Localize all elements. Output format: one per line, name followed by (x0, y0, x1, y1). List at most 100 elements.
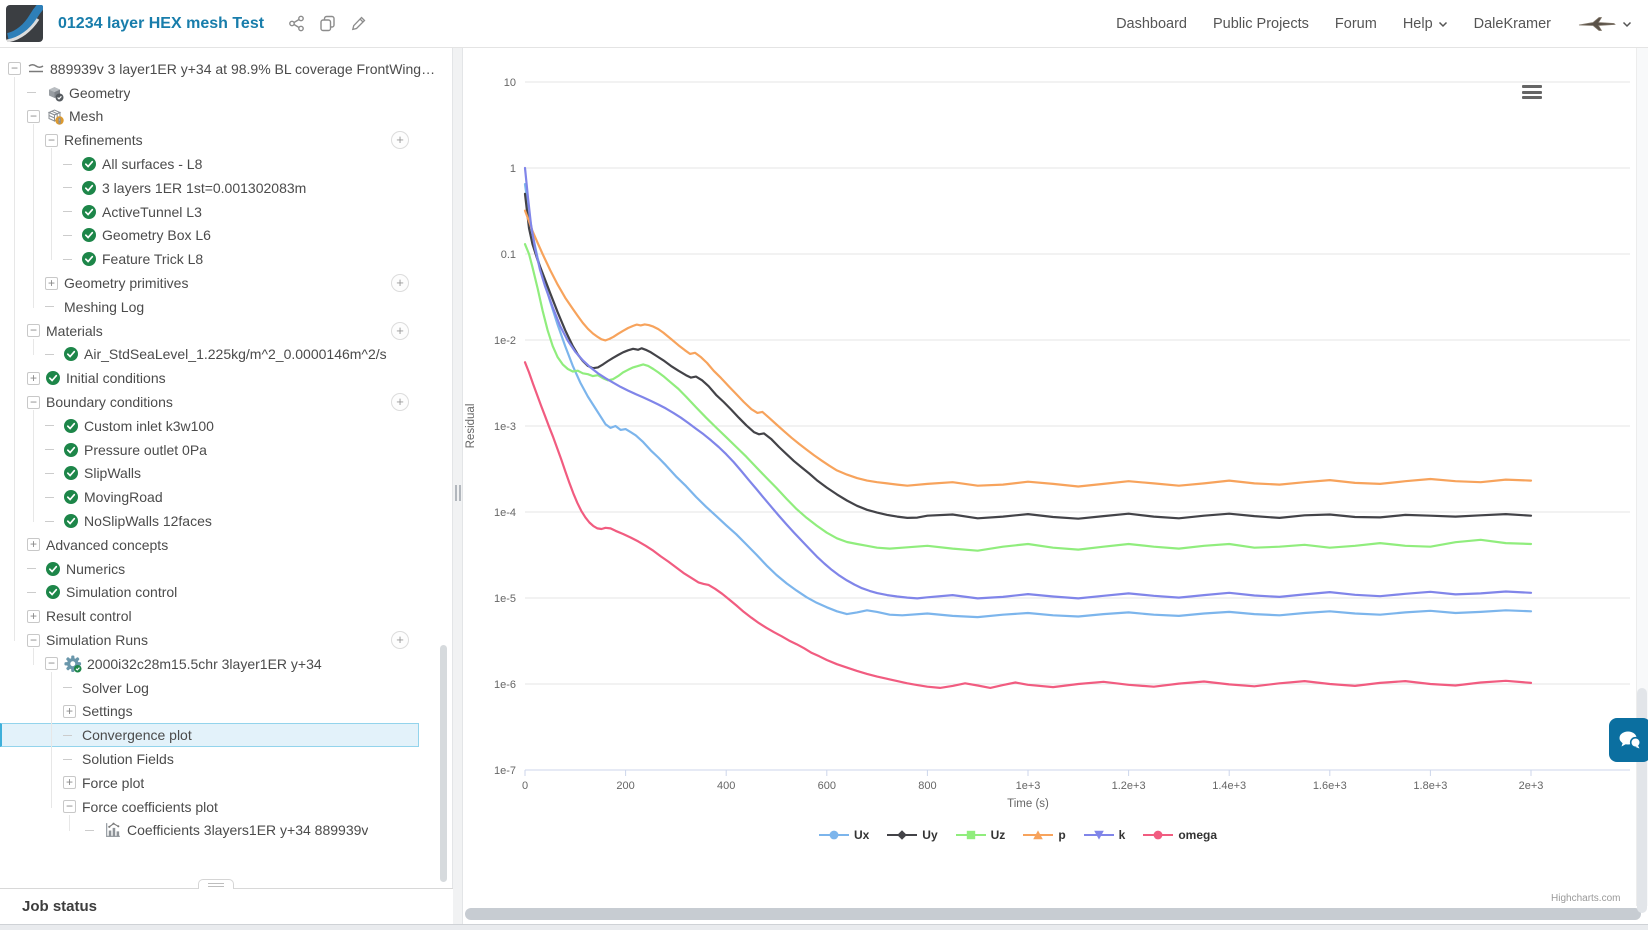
legend-item-Ux[interactable]: Ux (818, 828, 870, 842)
tree-connector-line (14, 76, 15, 642)
tree-row-force-plot[interactable]: + Force plot (0, 771, 437, 795)
add-item-button[interactable]: + (391, 131, 409, 150)
tree-row-simulation-runs[interactable]: − Simulation Runs + (0, 628, 437, 652)
tree-row-all-surfaces-l8[interactable]: All surfaces - L8 (0, 152, 437, 176)
tree-row-movingroad[interactable]: MovingRoad (0, 485, 437, 509)
series-line-Ux[interactable] (523, 183, 1533, 619)
tree-row-geometry-box-l6[interactable]: Geometry Box L6 (0, 224, 437, 248)
expand-toggle-icon[interactable]: + (27, 371, 40, 385)
tree-branch-dash-icon (27, 86, 40, 99)
tree-row-boundary-conditions[interactable]: − Boundary conditions + (0, 390, 437, 414)
legend-label: Ux (853, 828, 870, 842)
tree-row-advanced-concepts[interactable]: + Advanced concepts (0, 533, 437, 557)
tree-row-889939v-3-layer1er-y-34-at-98-9-bl-cover[interactable]: − 889939v 3 layer1ER y+34 at 98.9% BL cov… (0, 57, 437, 81)
vertical-scrollbar-track[interactable] (1636, 48, 1648, 913)
tree-row-slipwalls[interactable]: SlipWalls (0, 462, 437, 486)
collapse-toggle-icon[interactable]: − (27, 109, 40, 123)
collapse-toggle-icon[interactable]: − (45, 657, 58, 671)
tree-row-refinements[interactable]: − Refinements + (0, 128, 437, 152)
tree-row-label: Custom inlet k3w100 (84, 417, 214, 434)
x-tick-label: 600 (818, 780, 836, 792)
legend-item-omega[interactable]: omega (1143, 828, 1217, 842)
tree-row-solution-fields[interactable]: Solution Fields (0, 747, 437, 771)
legend-item-k[interactable]: k (1083, 828, 1126, 842)
tree-row-label: Force plot (82, 774, 145, 791)
check-circle-icon (64, 490, 78, 505)
user-avatar[interactable] (1577, 16, 1632, 32)
legend-marker-circle-icon (818, 830, 849, 840)
tree-row-label: 2000i32c28m15.5chr 3layer1ER y+34 (87, 655, 322, 672)
collapse-toggle-icon[interactable]: − (45, 133, 58, 147)
series-line-omega[interactable] (523, 361, 1533, 689)
add-item-button[interactable]: + (391, 631, 409, 650)
x-tick-label: 200 (616, 780, 634, 792)
tree-row-3-layers-1er-1st-0-001302083m[interactable]: 3 layers 1ER 1st=0.001302083m (0, 176, 437, 200)
job-status-panel[interactable]: Job status (0, 888, 453, 924)
tree-row-custom-inlet-k3w100[interactable]: Custom inlet k3w100 (0, 414, 437, 438)
series-line-Uy[interactable] (523, 192, 1533, 520)
nav-item-public-projects[interactable]: Public Projects (1213, 16, 1309, 32)
tree-vertical-scrollbar[interactable] (440, 645, 447, 882)
check-circle-icon (64, 442, 78, 457)
add-item-button[interactable]: + (391, 393, 409, 412)
legend-item-Uy[interactable]: Uy (887, 828, 938, 842)
x-tick-label: 400 (717, 780, 735, 792)
collapse-toggle-icon[interactable]: − (63, 800, 76, 814)
tree-row-noslipwalls-12faces[interactable]: NoSlipWalls 12faces (0, 509, 437, 533)
series-line-p[interactable] (523, 209, 1533, 488)
tree-row-2000i32c28m15-5chr-3layer1er-y-34[interactable]: − 2000i32c28m15.5chr 3layer1ER y+34 (0, 652, 437, 676)
legend-item-p[interactable]: p (1023, 828, 1066, 842)
nav-item-dashboard[interactable]: Dashboard (1116, 16, 1187, 32)
add-item-button[interactable]: + (391, 321, 409, 340)
collapse-toggle-icon[interactable]: − (27, 633, 40, 647)
add-item-button[interactable]: + (391, 274, 409, 293)
tree-row-simulation-control[interactable]: Simulation control (0, 581, 437, 605)
tree-row-geometry[interactable]: Geometry (0, 81, 437, 105)
tree-row-initial-conditions[interactable]: + Initial conditions (0, 366, 437, 390)
expand-toggle-icon[interactable]: + (27, 538, 40, 552)
tree-row-air-stdsealevel-1-225kg-m-2-0-0000146m-2[interactable]: Air_StdSeaLevel_1.225kg/m^2_0.0000146m^2… (0, 343, 437, 367)
expand-toggle-icon[interactable]: + (63, 776, 76, 790)
expand-toggle-icon[interactable]: + (63, 704, 76, 718)
tree-row-result-control[interactable]: + Result control (0, 604, 437, 628)
edit-pencil-icon[interactable] (350, 15, 367, 32)
nav-item-dalekramer[interactable]: DaleKramer (1474, 16, 1551, 32)
series-line-k[interactable] (523, 166, 1533, 600)
tree-row-numerics[interactable]: Numerics (0, 557, 437, 581)
simscale-logo[interactable] (6, 2, 45, 43)
tree-row-solver-log[interactable]: Solver Log (0, 676, 437, 700)
tree-row-mesh[interactable]: − Mesh (0, 105, 437, 129)
tree-row-feature-trick-l8[interactable]: Feature Trick L8 (0, 247, 437, 271)
series-line-Uz[interactable] (523, 243, 1533, 552)
tree-row-coefficients-3layers1er-y-34-889939v[interactable]: Coefficients 3layers1ER y+34 889939v (0, 819, 437, 843)
nav-item-help[interactable]: Help (1403, 16, 1448, 32)
horizontal-scrollbar[interactable] (465, 908, 1641, 920)
tree-row-pressure-outlet-0pa[interactable]: Pressure outlet 0Pa (0, 438, 437, 462)
tree-row-convergence-plot[interactable]: Convergence plot (0, 723, 419, 748)
y-tick-label: 1e-5 (494, 593, 516, 605)
tree-row-geometry-primitives[interactable]: + Geometry primitives + (0, 271, 437, 295)
chart-context-menu-icon[interactable] (1522, 85, 1542, 99)
panel-splitter[interactable] (452, 48, 463, 924)
legend-item-Uz[interactable]: Uz (955, 828, 1005, 842)
tree-row-materials[interactable]: − Materials + (0, 319, 437, 343)
copy-icon[interactable] (319, 15, 336, 32)
job-status-drag-handle[interactable] (198, 879, 234, 889)
expand-toggle-icon[interactable]: + (27, 609, 40, 623)
tree-row-label: Solver Log (82, 679, 149, 696)
collapse-toggle-icon[interactable]: − (8, 62, 21, 76)
nav-item-forum[interactable]: Forum (1335, 16, 1377, 32)
tree-row-force-coefficients-plot[interactable]: − Force coefficients plot (0, 795, 437, 819)
share-icon[interactable] (288, 15, 305, 32)
collapse-toggle-icon[interactable]: − (27, 324, 40, 338)
expand-toggle-icon[interactable]: + (45, 276, 58, 290)
support-chat-button[interactable] (1609, 718, 1648, 762)
tree-row-meshing-log[interactable]: Meshing Log (0, 295, 437, 319)
tree-branch-dash-icon (63, 729, 76, 742)
collapse-toggle-icon[interactable]: − (27, 395, 40, 409)
tree-row-settings[interactable]: + Settings (0, 700, 437, 724)
tree-branch-dash-icon (63, 681, 76, 694)
splitter-drag-handle-icon[interactable] (455, 485, 461, 501)
tree-row-activetunnel-l3[interactable]: ActiveTunnel L3 (0, 200, 437, 224)
legend-label: k (1118, 828, 1126, 842)
